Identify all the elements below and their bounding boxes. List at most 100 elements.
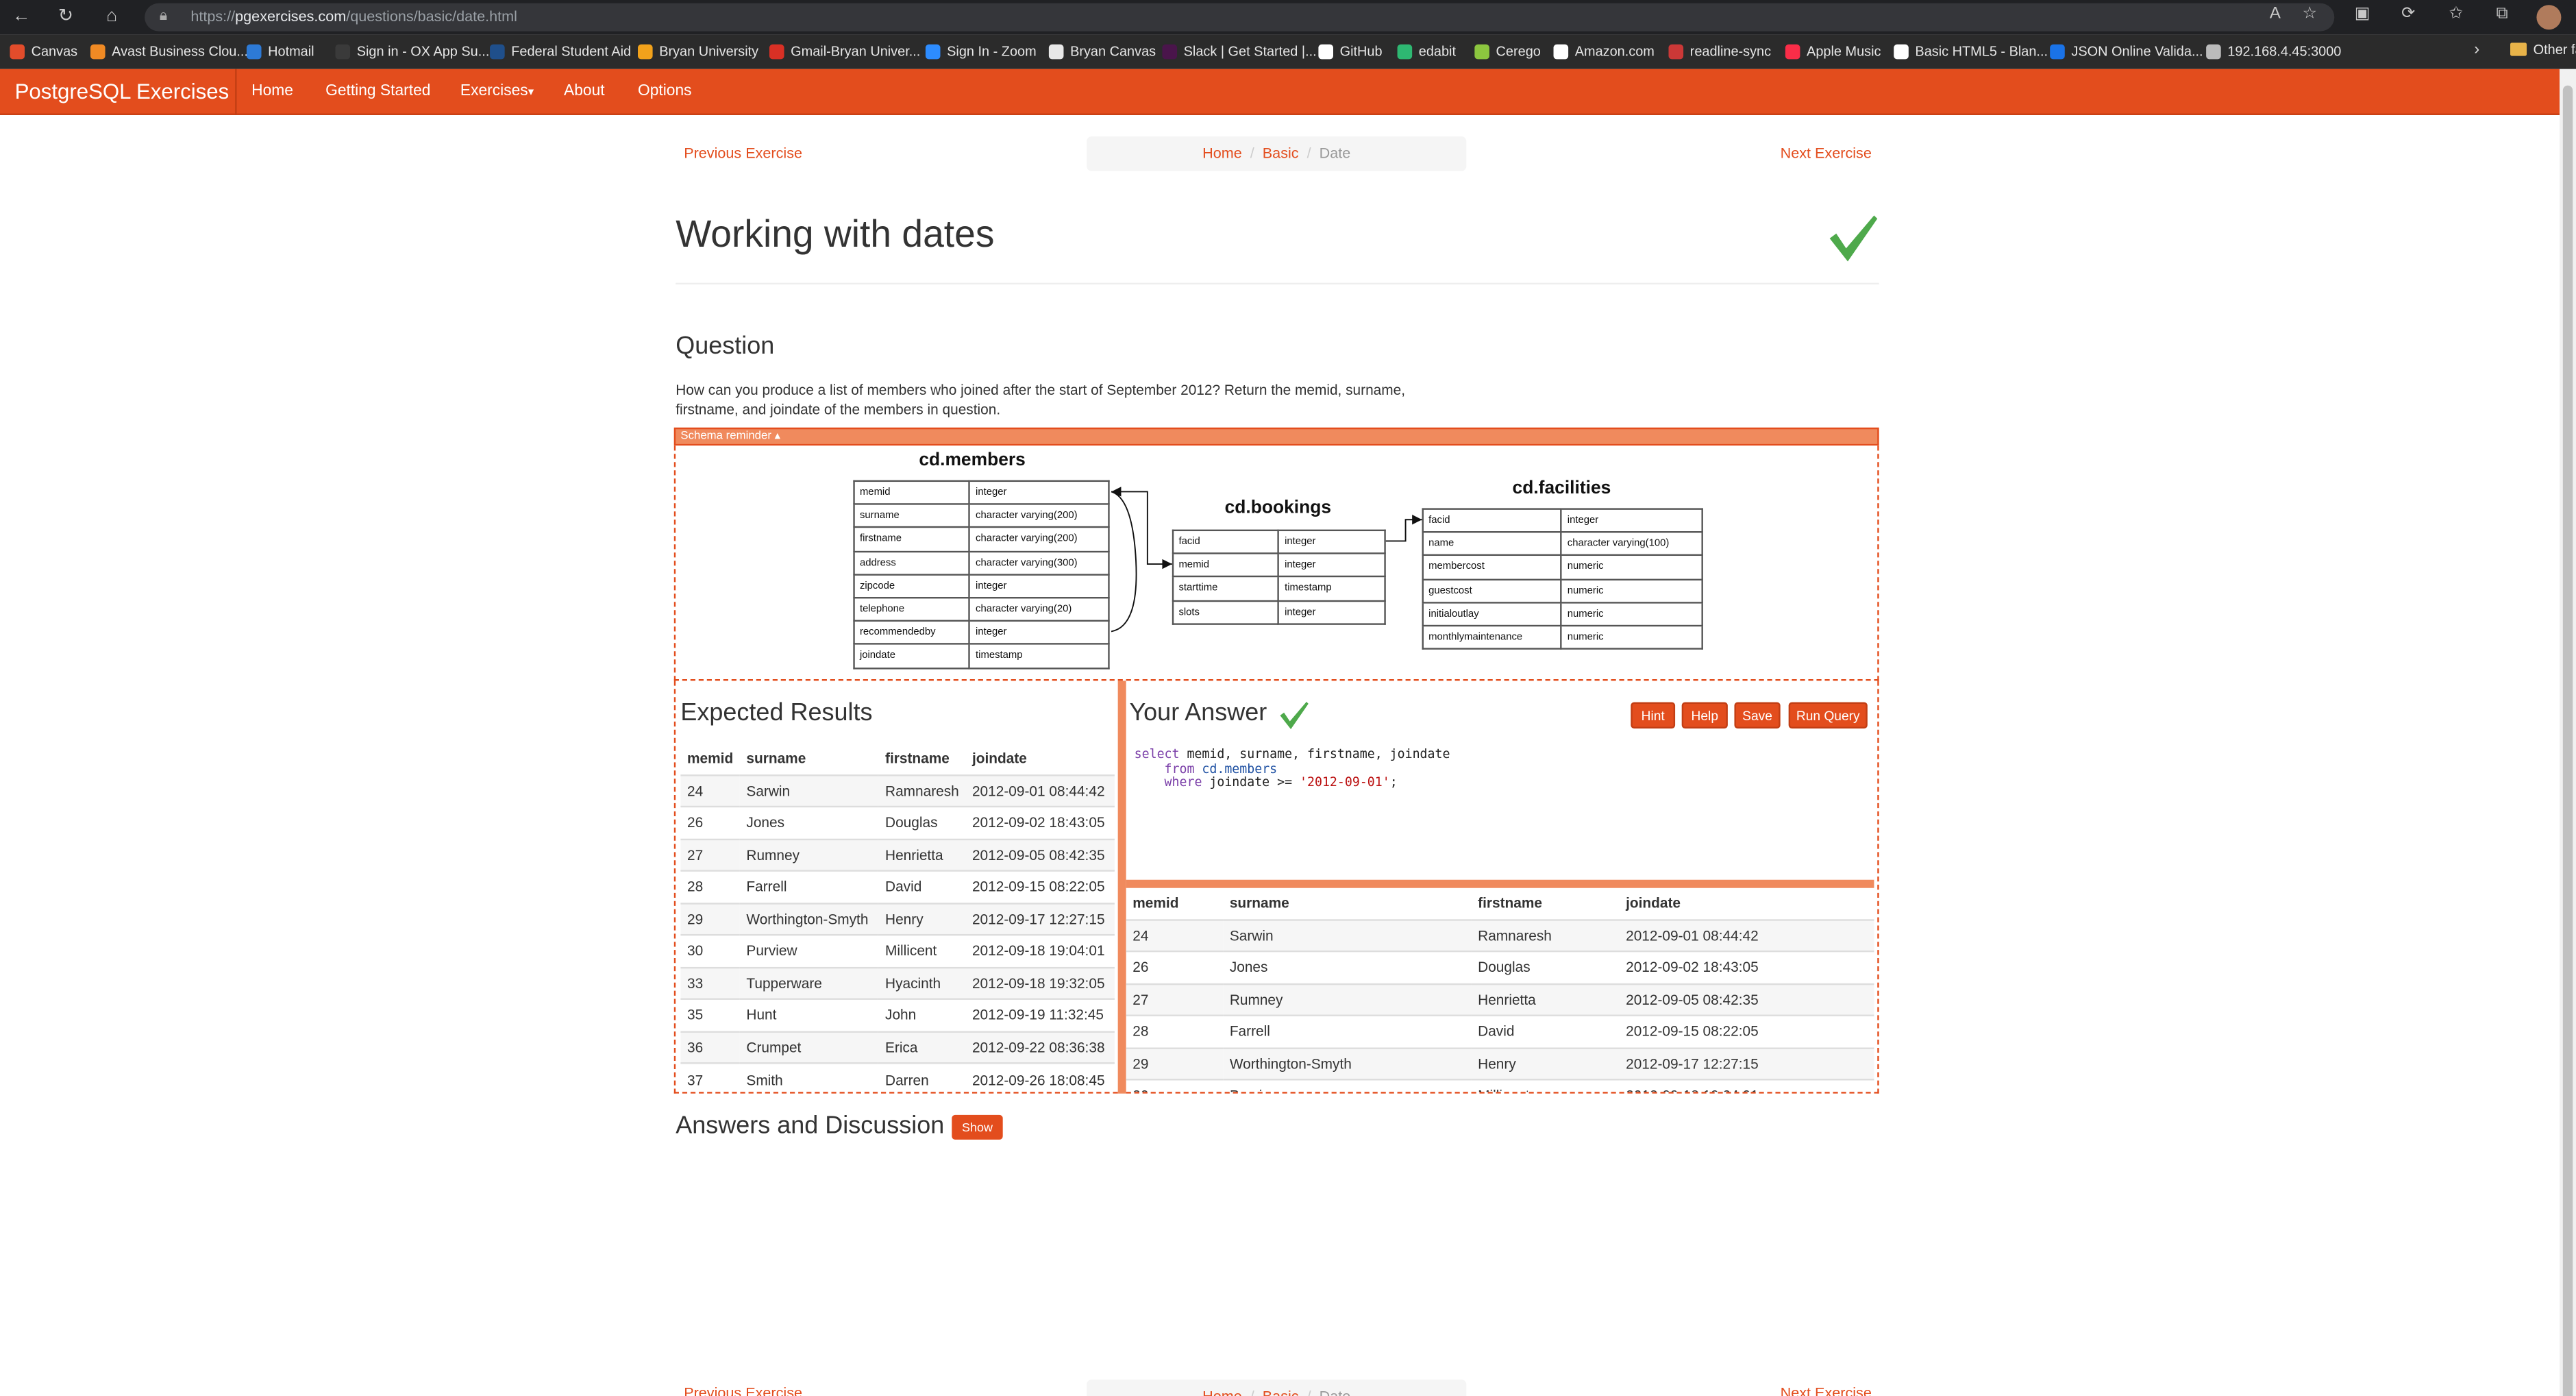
next-exercise-link-bottom[interactable]: Next Exercise (1781, 1384, 1872, 1396)
bookmark-favicon-icon (925, 44, 941, 60)
table-cell: Jones (1223, 950, 1472, 983)
back-icon[interactable]: ← (10, 7, 33, 28)
reload-icon[interactable]: ↻ (54, 7, 77, 28)
show-discussion-button[interactable]: Show (952, 1114, 1003, 1140)
bookmark-item[interactable]: Apple Music (1785, 41, 1881, 62)
hint-button[interactable]: Hint (1631, 702, 1676, 728)
bookmark-label: edabit (1418, 42, 1457, 60)
table-cell: Hyacinth (878, 966, 966, 999)
nav-about[interactable]: About (549, 69, 619, 115)
breadcrumb-basic[interactable]: Basic (1263, 1388, 1299, 1396)
editor-resize-bar[interactable] (1126, 879, 1874, 888)
table-cell: 2012-09-22 08:36:38 (965, 1030, 1115, 1064)
sync-icon[interactable]: ⟳ (2397, 5, 2420, 28)
schema-reminder-toggle[interactable]: Schema reminder ▴ (673, 427, 1879, 446)
bookmark-item[interactable]: Sign in - OX App Su... (335, 41, 489, 62)
save-button[interactable]: Save (1734, 702, 1781, 728)
bookmark-label: Avast Business Clou... (112, 42, 248, 60)
table-cell: 35 (680, 998, 740, 1031)
site-navbar: PostgreSQL Exercises Home Getting Starte… (0, 69, 2560, 115)
bookmark-item[interactable]: Gmail-Bryan Univer... (769, 41, 920, 62)
previous-exercise-link-bottom[interactable]: Previous Exercise (684, 1384, 802, 1396)
brand-link[interactable]: PostgreSQL Exercises (15, 79, 230, 103)
nav-home[interactable]: Home (237, 69, 308, 115)
collections-icon[interactable]: ⧉ (2490, 5, 2514, 28)
nav-exercises[interactable]: Exercises▾ (445, 69, 548, 115)
bookmark-item[interactable]: Avast Business Clou... (90, 41, 248, 62)
panel-separator[interactable] (1117, 681, 1126, 1094)
help-button[interactable]: Help (1681, 702, 1728, 728)
sql-keyword: select (1134, 746, 1180, 761)
column-header: firstname (878, 743, 966, 776)
favorites-icon[interactable]: ✩ (2444, 5, 2468, 28)
bookmark-item[interactable]: Bryan University (638, 41, 758, 62)
bookmark-favicon-icon (1048, 44, 1064, 60)
profile-avatar[interactable] (2536, 5, 2562, 30)
table-cell: Worthington-Smyth (1223, 1046, 1472, 1080)
table-cell: 2012-09-05 08:42:35 (1619, 982, 1874, 1016)
bookmark-item[interactable]: Basic HTML5 - Blan... (1894, 41, 2048, 62)
nav-options[interactable]: Options (623, 69, 706, 115)
your-answer-heading: Your Answer (1129, 698, 1267, 727)
bookmark-item[interactable]: edabit (1397, 41, 1457, 62)
table-cell: Henrietta (1471, 982, 1620, 1016)
table-cell: Henry (878, 902, 966, 935)
sql-string: '2012-09-01' (1300, 775, 1390, 790)
other-favorites-folder[interactable]: Other fa (2510, 41, 2576, 58)
table-cell: Jones (739, 805, 879, 839)
bookmark-label: 192.168.4.45:3000 (2227, 42, 2342, 60)
bookmark-item[interactable]: Bryan Canvas (1048, 41, 1156, 62)
browser-toolbar: ← ↻ ⌂ 🔒︎ https://pgexercises.com/questio… (0, 0, 2576, 35)
bookmark-item[interactable]: Federal Student Aid (490, 41, 631, 62)
bookmark-item[interactable]: Cerego (1474, 41, 1541, 62)
table-cell: Douglas (1471, 950, 1620, 983)
title-divider (676, 282, 1879, 285)
table-cell: Smith (739, 1062, 879, 1092)
bookmark-favicon-icon (90, 44, 106, 60)
table-cell: Millicent (1471, 1079, 1620, 1092)
breadcrumb-bottom: Home/Basic/Date (1087, 1380, 1467, 1396)
scrollbar-thumb[interactable] (2562, 85, 2573, 1396)
nav-getting-started[interactable]: Getting Started (311, 69, 446, 115)
completed-check-icon (1829, 215, 1878, 262)
bookmark-item[interactable]: GitHub (1318, 41, 1383, 62)
breadcrumb-home[interactable]: Home (1202, 1388, 1242, 1396)
sql-keyword: where (1164, 775, 1202, 790)
bookmark-favicon-icon (1162, 44, 1178, 60)
breadcrumb-home[interactable]: Home (1202, 145, 1242, 161)
table-cell: 29 (680, 902, 740, 935)
bookmark-item[interactable]: Slack | Get Started |... (1162, 41, 1317, 62)
bookmark-item[interactable]: Canvas (10, 41, 77, 62)
column-header: joindate (965, 743, 1115, 776)
bookmark-item[interactable]: 192.168.4.45:3000 (2206, 41, 2341, 62)
bookmark-item[interactable]: Hotmail (246, 41, 314, 62)
breadcrumb-basic[interactable]: Basic (1263, 145, 1299, 161)
home-icon[interactable]: ⌂ (100, 7, 123, 28)
bookmark-item[interactable]: readline-sync (1668, 41, 1771, 62)
previous-exercise-link[interactable]: Previous Exercise (684, 145, 802, 161)
table-cell: 27 (680, 837, 740, 871)
table-cell: 2012-09-18 19:04:01 (965, 933, 1115, 967)
extension-icon[interactable]: ▣ (2351, 5, 2374, 28)
bookmark-item[interactable]: JSON Online Valida... (2050, 41, 2203, 62)
table-row: 36 Crumpet Erica 2012-09-22 08:36:38 (680, 1030, 1115, 1064)
bookmark-label: Amazon.com (1574, 42, 1655, 60)
favorite-star-icon[interactable]: ☆ (2299, 5, 2322, 28)
table-row: 29 Worthington-Smyth Henry 2012-09-17 12:27… (680, 902, 1115, 935)
table-cell: Henry (1471, 1046, 1620, 1080)
question-text: How can you produce a list of members wh… (676, 381, 1406, 418)
table-row: 28 Farrell David 2012-09-15 08:22:05 (680, 870, 1115, 903)
table-row: 27 Rumney Henrietta 2012-09-05 08:42:35 (1126, 982, 1874, 1016)
sql-table: cd.members (1194, 761, 1278, 776)
address-bar[interactable]: 🔒︎ https://pgexercises.com/questions/bas… (145, 3, 2335, 32)
read-aloud-icon[interactable]: A (2264, 5, 2287, 28)
run-query-button[interactable]: Run Query (1788, 702, 1868, 728)
bookmark-item[interactable]: Sign In - Zoom (925, 41, 1037, 62)
bookmark-item[interactable]: Amazon.com (1553, 41, 1655, 62)
table-cell: Tupperware (739, 966, 879, 999)
page-scrollbar[interactable] (2560, 69, 2576, 1396)
bookmark-label: Apple Music (1807, 42, 1881, 60)
sql-editor[interactable]: select memid, surname, firstname, joinda… (1134, 746, 1871, 877)
next-exercise-link[interactable]: Next Exercise (1781, 145, 1872, 161)
bookmarks-overflow-chevron-icon[interactable]: › (2474, 41, 2479, 59)
